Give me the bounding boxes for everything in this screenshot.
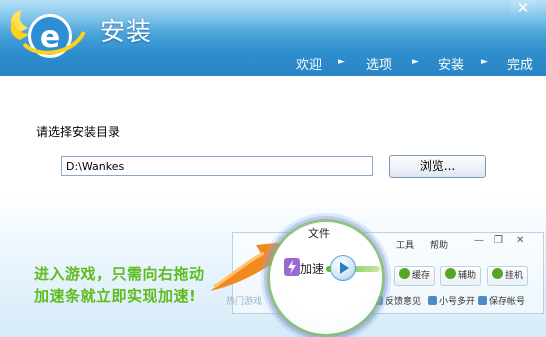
step-install: 安装 [438, 58, 465, 73]
restore-icon: ❐ [494, 235, 503, 246]
client-sub-multi-label: 小号多开 [439, 297, 476, 307]
magnifier-lens: 文件 加速 [270, 222, 382, 334]
step-options: 选项 [366, 58, 393, 73]
accelerate-slider-knob [330, 255, 356, 281]
client-cache-label: 缓存 [412, 271, 431, 281]
window-title: 安装 [100, 17, 153, 46]
lens-accelerate-label: 加速 [300, 262, 325, 276]
client-sub-save-label: 保存帐号 [489, 297, 526, 307]
step-navigation: 欢迎 ► 选项 ► 安装 ► 完成 [0, 52, 546, 74]
cache-icon [399, 268, 410, 279]
lightning-bolt-icon [284, 258, 300, 276]
promo-banner: 收藏 工具 帮助 — ❐ ✕ 缓存 辅助 挂机 热门游戏 反馈意见 小号多开 保… [0, 222, 546, 337]
step-arrow-icon: ► [338, 57, 345, 67]
step-welcome: 欢迎 [296, 58, 323, 73]
promo-text: 进入游戏，只需向右拖动 加速条就立即实现加速! [34, 263, 205, 307]
step-finish: 完成 [507, 58, 534, 73]
save-account-icon [478, 296, 487, 305]
client-cache-button: 缓存 [394, 266, 436, 286]
client-assist-button: 辅助 [440, 266, 482, 286]
step-arrow-icon: ► [481, 57, 488, 67]
multi-account-icon [428, 296, 437, 305]
client-sub-save: 保存帐号 [478, 294, 525, 307]
client-sub-feedback-label: 反馈意见 [385, 297, 422, 307]
client-sub-multi: 小号多开 [428, 294, 475, 307]
client-close-icon: ✕ [516, 235, 525, 246]
close-button[interactable]: ✕ [510, 0, 536, 18]
close-icon[interactable]: ✕ [517, 0, 530, 17]
browse-button[interactable]: 浏览... [389, 155, 486, 178]
client-sub-feedback: 反馈意见 [374, 294, 421, 307]
lens-file-menu: 文件 [308, 227, 330, 240]
install-dir-prompt: 请选择安装目录 [36, 125, 121, 139]
client-afk-button: 挂机 [487, 266, 529, 286]
step-arrow-icon: ► [412, 57, 419, 67]
promo-line-2: 加速条就立即实现加速! [34, 287, 197, 305]
minimize-icon: — [474, 235, 484, 246]
client-afk-label: 挂机 [505, 271, 524, 281]
client-assist-label: 辅助 [458, 271, 477, 281]
afk-icon [492, 268, 503, 279]
assist-icon [445, 268, 456, 279]
client-menu-help: 帮助 [430, 241, 449, 251]
client-menu-tools: 工具 [396, 241, 415, 251]
header-bar: e 安装 ✕ 欢迎 ► 选项 ► 安装 ► 完成 [0, 0, 546, 76]
installer-window: e 安装 ✕ 欢迎 ► 选项 ► 安装 ► 完成 请选择安装目录 浏览... 收… [0, 0, 546, 337]
install-path-input[interactable] [61, 156, 373, 176]
promo-line-1: 进入游戏，只需向右拖动 [34, 265, 205, 283]
